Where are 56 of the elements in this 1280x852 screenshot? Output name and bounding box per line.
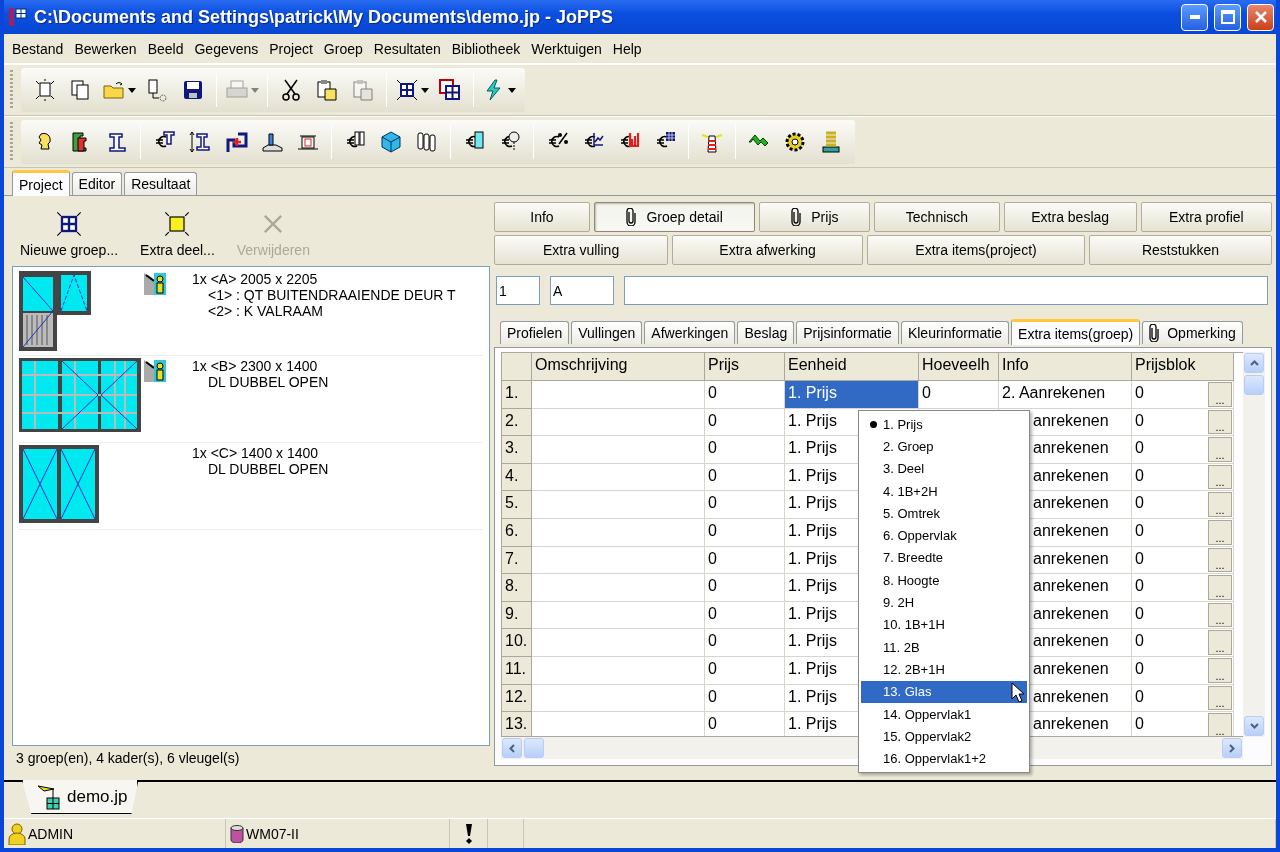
group-detail: <2> : K VALRAAM [207, 303, 324, 319]
table-cell: 0 [705, 436, 785, 464]
row-number: 12. [502, 684, 532, 713]
table-cell: 0 [705, 518, 785, 547]
table-cell: 0 [705, 463, 785, 492]
row-number: 8. [502, 574, 532, 602]
table-cell: 0 ... [1132, 463, 1234, 492]
group-title: 1x <C> 1400 x 1400 [192, 445, 320, 461]
window-title: C:\Documents and Settings\patrick\My Documents\demo.jp - JoPPS [34, 6, 615, 28]
table-cell: 0 [705, 684, 785, 713]
row-number: 7. [502, 546, 532, 575]
table-cell: 0 [705, 574, 785, 602]
row-number: 1. [502, 381, 532, 409]
row-number: 5. [502, 491, 532, 519]
table-cell: 0 ... [1132, 684, 1234, 713]
table-cell: 0 ... [1132, 518, 1234, 547]
group-detail: DL DUBBEL OPEN [207, 374, 329, 390]
table-cell: 0 ... [1132, 436, 1234, 464]
table-cell: 0 [705, 629, 785, 657]
row-number: 2. [502, 408, 532, 437]
column-header: Omschrijving [532, 353, 705, 381]
table-cell: 0 [705, 491, 785, 519]
table-cell: 0 ... [1132, 601, 1234, 630]
status-text: ADMIN [28, 825, 74, 842]
row-number: 10. [502, 629, 532, 657]
list-status: 3 groep(en), 4 kader(s), 6 vleugel(s) [15, 749, 241, 768]
column-header: Info [999, 353, 1132, 381]
row-number: 3. [502, 436, 532, 464]
table-cell: 0 ... [1132, 656, 1234, 685]
group-detail: <1> : QT BUITENDRAAIENDE DEUR T [207, 287, 456, 303]
table-cell: 0 ... [1132, 574, 1234, 602]
status-text: WM07-II [246, 825, 299, 842]
table-cell: 0 ... [1132, 408, 1234, 437]
table-cell: 0 [919, 381, 999, 409]
row-number: 9. [502, 601, 532, 630]
row-number: 13. [502, 712, 532, 736]
table-cell: 1. Prijs [785, 381, 919, 409]
table-cell: 0 ... [1132, 629, 1234, 657]
table-cell: 0 ... [1132, 381, 1234, 409]
column-header: Hoeveelh [919, 353, 999, 381]
table-cell: 0 ... [1132, 491, 1234, 519]
row-number: 4. [502, 463, 532, 492]
table-cell: 0 [705, 601, 785, 630]
column-header: Prijs [705, 353, 785, 381]
group-title: 1x <B> 2300 x 1400 [192, 358, 319, 374]
table-cell: 0 [705, 408, 785, 437]
table-cell: 0 [705, 546, 785, 575]
table-cell: 0 ... [1132, 546, 1234, 575]
column-header: Prijsblok [1132, 353, 1234, 381]
column-header: Eenheid [785, 353, 919, 381]
table-cell: 0 [705, 656, 785, 685]
row-number: 6. [502, 518, 532, 547]
group-title: 1x <A> 2005 x 2205 [192, 271, 319, 287]
table-cell: 2. Aanrekenen [999, 381, 1132, 409]
row-number: 11. [502, 656, 532, 685]
group-detail: DL DUBBEL OPEN [207, 461, 329, 477]
